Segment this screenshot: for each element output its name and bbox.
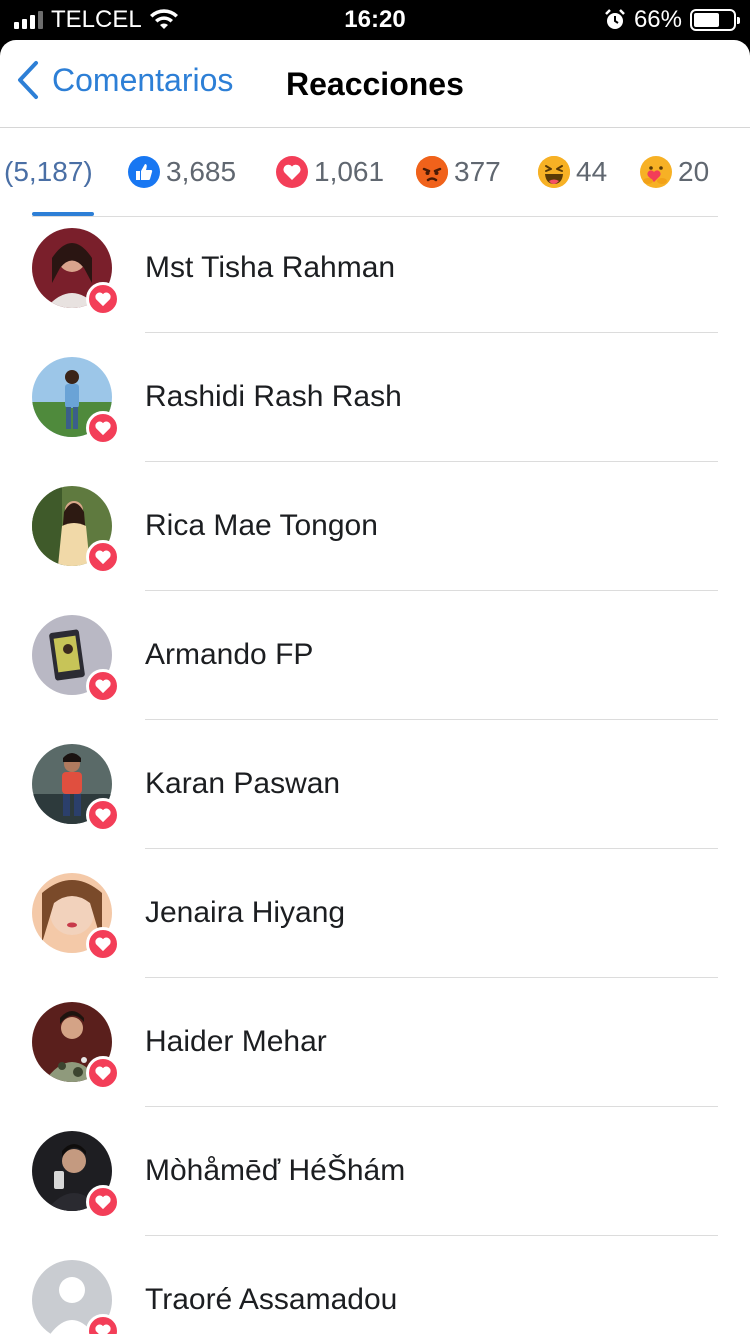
tabs-divider — [32, 216, 718, 217]
tab-label: (5,187) — [4, 156, 93, 187]
reactions-sheet: Comentarios Reacciones (5,187) 3,685 1,0… — [0, 40, 750, 1334]
care-icon — [640, 156, 672, 188]
list-item[interactable]: Traoré Assamadou — [0, 1250, 750, 1334]
love-icon — [86, 1314, 120, 1334]
divider — [145, 977, 718, 978]
divider — [145, 848, 718, 849]
love-icon — [86, 927, 120, 961]
user-name[interactable]: Rashidi Rash Rash — [145, 380, 402, 414]
user-name[interactable]: Karan Paswan — [145, 767, 340, 801]
love-icon — [86, 540, 120, 574]
alarm-icon — [605, 9, 625, 29]
divider — [145, 719, 718, 720]
user-name[interactable]: Mòhåmēď HéŠhám — [145, 1154, 405, 1188]
page-title: Reacciones — [286, 66, 464, 102]
tab-label: 1,061 — [314, 156, 385, 187]
tab-all[interactable]: (5,187) — [4, 156, 93, 188]
love-icon — [86, 1185, 120, 1219]
reactions-list: Mst Tisha Rahman Rashidi Rash Rash Rica … — [0, 218, 750, 1334]
user-name[interactable]: Jenaira Hiyang — [145, 896, 345, 930]
divider — [145, 590, 718, 591]
love-icon — [86, 1056, 120, 1090]
list-item[interactable]: Rashidi Rash Rash — [0, 347, 750, 476]
love-icon — [86, 411, 120, 445]
user-name[interactable]: Traoré Assamadou — [145, 1283, 397, 1317]
tab-like[interactable]: 3,685 — [128, 156, 236, 188]
tab-care[interactable]: 20 — [640, 156, 709, 188]
list-item[interactable]: Rica Mae Tongon — [0, 476, 750, 605]
tab-label: 3,685 — [166, 156, 237, 187]
user-name[interactable]: Armando FP — [145, 638, 313, 672]
list-item[interactable]: Jenaira Hiyang — [0, 863, 750, 992]
battery-percent: 66% — [633, 6, 682, 33]
love-icon — [86, 669, 120, 703]
back-label: Comentarios — [52, 61, 234, 98]
love-icon — [276, 156, 308, 188]
haha-icon — [538, 156, 570, 188]
list-item[interactable]: Karan Paswan — [0, 734, 750, 863]
divider — [145, 1106, 718, 1107]
status-right: 66% — [604, 6, 740, 34]
chevron-left-icon — [18, 61, 38, 99]
status-bar: TELCEL 16:20 66% — [0, 0, 750, 40]
list-item[interactable]: Mòhåmēď HéŠhám — [0, 1121, 750, 1250]
angry-icon — [416, 156, 448, 188]
tab-label: 377 — [454, 156, 501, 187]
battery-icon — [690, 9, 740, 31]
user-name[interactable]: Haider Mehar — [145, 1025, 327, 1059]
tab-label: 44 — [576, 156, 608, 187]
back-button[interactable]: Comentarios — [16, 60, 233, 100]
user-name[interactable]: Rica Mae Tongon — [145, 509, 378, 543]
divider — [145, 461, 718, 462]
divider — [145, 1235, 718, 1236]
reaction-tabs: (5,187) 3,685 1,061 377 44 20 — [0, 128, 750, 218]
nav-bar: Comentarios Reacciones — [0, 40, 750, 128]
divider — [145, 332, 718, 333]
list-item[interactable]: Armando FP — [0, 605, 750, 734]
battery-level — [694, 13, 720, 27]
list-item[interactable]: Mst Tisha Rahman — [0, 218, 750, 347]
tab-label: 20 — [678, 156, 710, 187]
love-icon — [86, 282, 120, 316]
tab-haha[interactable]: 44 — [538, 156, 607, 188]
like-icon — [128, 156, 160, 188]
tab-angry[interactable]: 377 — [416, 156, 501, 188]
tab-love[interactable]: 1,061 — [276, 156, 384, 188]
love-icon — [86, 798, 120, 832]
list-item[interactable]: Haider Mehar — [0, 992, 750, 1121]
user-name[interactable]: Mst Tisha Rahman — [145, 251, 395, 285]
